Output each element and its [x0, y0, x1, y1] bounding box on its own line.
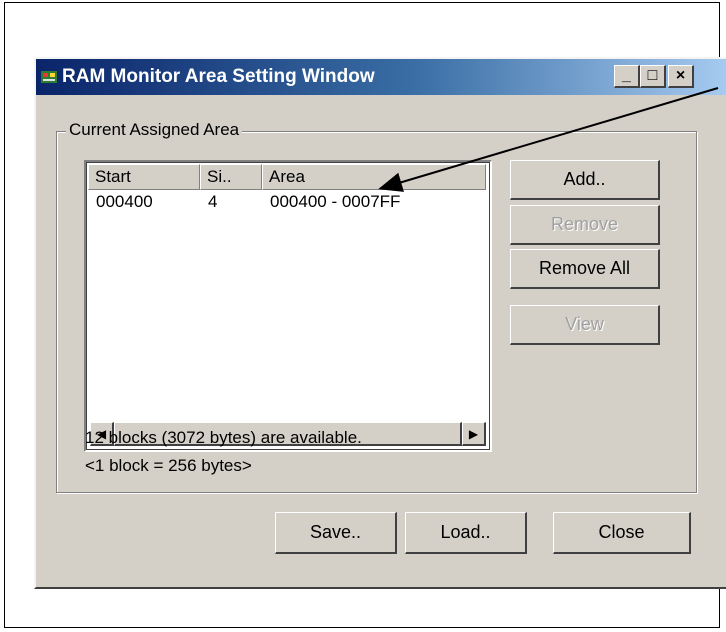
pointer-arrow [378, 87, 719, 192]
